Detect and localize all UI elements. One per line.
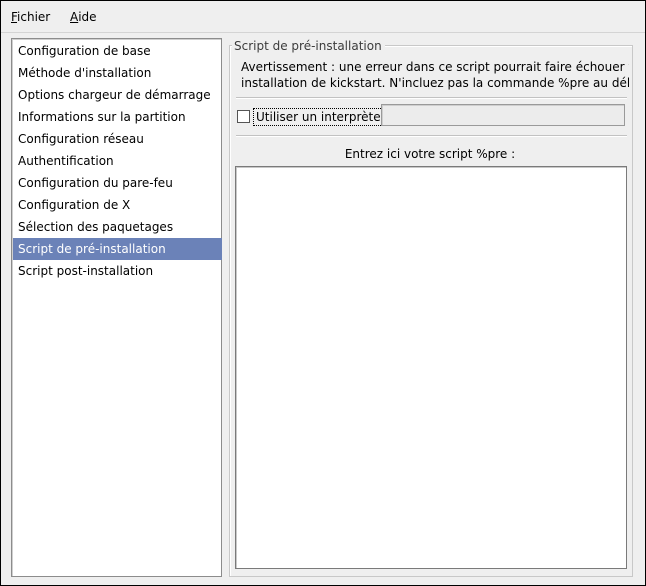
sidebar-item-methode-installation[interactable]: Méthode d'installation <box>13 62 222 84</box>
warning-text: Avertissement : une erreur dans ce scrip… <box>241 59 629 91</box>
sidebar-item-authentification[interactable]: Authentification <box>13 150 222 172</box>
interpreter-checkbox-label[interactable]: Utiliser un interprète : <box>253 108 392 126</box>
kickstart-window: Fichier Aide Configuration de base Métho… <box>0 0 646 586</box>
pre-script-textarea[interactable] <box>235 166 627 569</box>
menu-fichier[interactable]: Fichier <box>11 10 50 24</box>
sidebar-item-pare-feu[interactable]: Configuration du pare-feu <box>13 172 222 194</box>
sidebar-item-configuration-de-base[interactable]: Configuration de base <box>13 40 222 62</box>
menu-fichier-label: ichier <box>17 10 51 24</box>
menu-aide-label: ide <box>78 10 97 24</box>
script-label: Entrez ici votre script %pre : <box>344 147 516 161</box>
warning-line-1: Avertissement : une erreur dans ce scrip… <box>241 60 629 74</box>
interpreter-input[interactable] <box>381 104 625 126</box>
sidebar-item-informations-partition[interactable]: Informations sur la partition <box>13 106 222 128</box>
panel-title: Script de pré-installation <box>232 39 385 53</box>
warning-line-2: installation de kickstart. N'incluez pas… <box>241 76 629 90</box>
interpreter-checkbox[interactable] <box>237 110 250 123</box>
separator-top <box>236 97 627 99</box>
separator-bottom <box>236 135 627 137</box>
sidebar-item-configuration-reseau[interactable]: Configuration réseau <box>13 128 222 150</box>
menubar: Fichier Aide <box>1 1 645 33</box>
sidebar-item-script-post-installation[interactable]: Script post-installation <box>13 260 222 282</box>
menu-aide-mnemonic: A <box>70 10 79 24</box>
sidebar-item-options-chargeur[interactable]: Options chargeur de démarrage <box>13 84 222 106</box>
category-list[interactable]: Configuration de base Méthode d'installa… <box>11 38 222 577</box>
menu-aide[interactable]: Aide <box>70 10 97 24</box>
sidebar-item-selection-paquetages[interactable]: Sélection des paquetages <box>13 216 222 238</box>
sidebar-item-configuration-x[interactable]: Configuration de X <box>13 194 222 216</box>
sidebar-item-script-pre-installation[interactable]: Script de pré-installation <box>13 238 222 260</box>
